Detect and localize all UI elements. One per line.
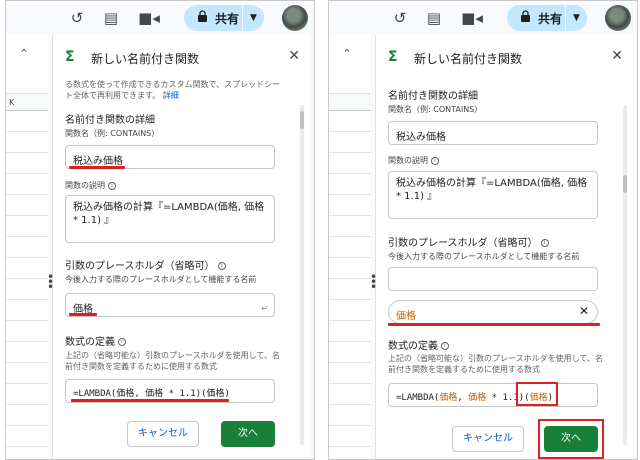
lock-icon [521,10,530,22]
close-icon[interactable]: ✕ [611,48,623,64]
highlight-underline [69,166,125,169]
share-label: 共有 [215,12,240,26]
remove-chip-icon[interactable]: ✕ [579,304,589,318]
highlight-underline [69,313,97,316]
function-description-input[interactable]: 税込み価格の計算『=LAMBDA(価格, 価格 * 1.1) 』 [65,195,275,243]
scrollbar[interactable] [300,105,304,445]
cancel-button[interactable]: キャンセル [127,421,199,447]
info-icon[interactable]: i [217,262,226,270]
drag-handle-icon[interactable]: • • • [370,271,377,293]
next-button[interactable]: 次へ [221,421,275,447]
sheet-grid[interactable] [6,111,48,459]
formula-heading: 数式の定義 i [388,337,449,352]
function-description-label: 関数の説明 i [388,155,439,166]
function-description-label: 関数の説明 i [65,180,116,191]
sidebar-title: 新しい名前付き関数 [414,52,523,66]
function-name-label: 関数名（例: CONTAINS） [388,105,483,114]
column-header[interactable] [329,93,371,111]
info-icon[interactable]: i [118,338,126,346]
sigma-icon: Σ [65,49,75,65]
details-heading: 名前付き関数の詳細 [65,115,155,126]
info-icon[interactable]: i [441,342,449,350]
placeholder-heading: 引数のプレースホルダ（省略可） i [65,257,226,272]
history-icon[interactable]: ↺ [68,9,86,27]
scroll-thumb[interactable] [623,175,627,193]
sidebar-header: Σ 新しい名前付き関数 ✕ [376,45,633,73]
named-function-sidebar: • • • Σ 新しい名前付き関数 ✕ 名前付き関数の詳細 関数名（例: CONTA… [370,35,633,459]
enter-key-icon: ↵ [261,304,268,313]
placeholder-input[interactable] [388,267,598,291]
collapse-chevron-icon[interactable]: ⌃ [333,43,361,65]
sidebar-title: 新しい名前付き関数 [91,52,200,66]
scrollbar[interactable] [623,105,627,445]
sheet-area: ⌃ [329,35,371,459]
highlight-box [538,419,604,459]
comment-icon[interactable]: ▤ [102,9,120,27]
chevron-down-icon[interactable]: ▼ [565,5,587,31]
top-toolbar: ↺ ▤ ■◂ 共有 ▼ [329,1,637,35]
sigma-icon: Σ [388,49,398,65]
column-header[interactable]: K [6,93,48,111]
placeholder-chip[interactable]: 価格 ✕ [388,300,598,324]
share-button[interactable]: 共有 ▼ [507,5,587,31]
function-description-input[interactable]: 税込み価格の計算『=LAMBDA(価格, 価格 * 1.1) 』 [388,171,598,219]
avatar[interactable] [282,5,308,31]
formula-heading: 数式の定義 i [65,333,126,348]
share-label: 共有 [538,12,563,26]
intro-text: る数式を使って作成できるカスタム関数で、スプレッドシート全体で再利用できます。 … [65,80,281,100]
lock-icon [198,10,207,22]
function-name-label: 関数名（例: CONTAINS） [65,129,160,138]
sidebar-header: Σ 新しい名前付き関数 ✕ [53,45,310,73]
video-icon[interactable]: ■◂ [459,9,485,27]
collapse-chevron-icon[interactable]: ⌃ [10,43,38,65]
comment-icon[interactable]: ▤ [425,9,443,27]
avatar[interactable] [605,5,631,31]
highlight-underline [71,399,229,402]
share-button[interactable]: 共有 ▼ [184,5,264,31]
formula-help-text: 上記の（省略可能な）引数のプレースホルダを使用して、名前付き関数を定義するために… [388,354,603,374]
cancel-button[interactable]: キャンセル [452,426,524,452]
details-heading: 名前付き関数の詳細 [388,91,478,102]
learn-more-link[interactable]: 詳細 [163,91,179,100]
info-icon[interactable]: i [108,181,116,190]
placeholder-help-text: 今後入力する際のプレースホルダとして機能する名前 [65,275,257,284]
video-icon[interactable]: ■◂ [136,9,162,27]
screenshot-panel-left: ↺ ▤ ■◂ 共有 ▼ ⌃ K • • • Σ 新しい名前付き関数 ✕ る数式を使っ… [5,0,315,460]
close-icon[interactable]: ✕ [288,48,300,64]
chevron-down-icon[interactable]: ▼ [242,5,264,31]
top-toolbar: ↺ ▤ ■◂ 共有 ▼ [6,1,314,35]
formula-help-text: 上記の（省略可能な）引数のプレースホルダを使用して、名前付き関数を定義するために… [65,351,280,371]
function-name-input[interactable]: 税込み価格 [388,121,598,145]
screenshot-panel-right: ↺ ▤ ■◂ 共有 ▼ ⌃ • • • Σ 新しい名前付き関数 ✕ 名前付き関数の詳… [328,0,638,460]
sheet-grid[interactable] [329,111,371,459]
formula-input[interactable]: =LAMBDA(価格, 価格 * 1.1)(価格) [388,383,598,407]
highlight-box [516,382,558,406]
info-icon[interactable]: i [431,156,439,165]
drag-handle-icon[interactable]: • • • [47,271,54,293]
history-icon[interactable]: ↺ [391,9,409,27]
highlight-underline [388,323,600,326]
named-function-sidebar: • • • Σ 新しい名前付き関数 ✕ る数式を使って作成できるカスタム関数で、スプ… [47,35,310,459]
placeholder-help-text: 今後入力する際のプレースホルダとして機能する名前 [388,252,580,261]
info-icon[interactable]: i [540,239,549,247]
scroll-thumb[interactable] [300,111,304,129]
placeholder-heading: 引数のプレースホルダ（省略可） i [388,234,549,249]
sheet-area: ⌃ K [6,35,48,459]
